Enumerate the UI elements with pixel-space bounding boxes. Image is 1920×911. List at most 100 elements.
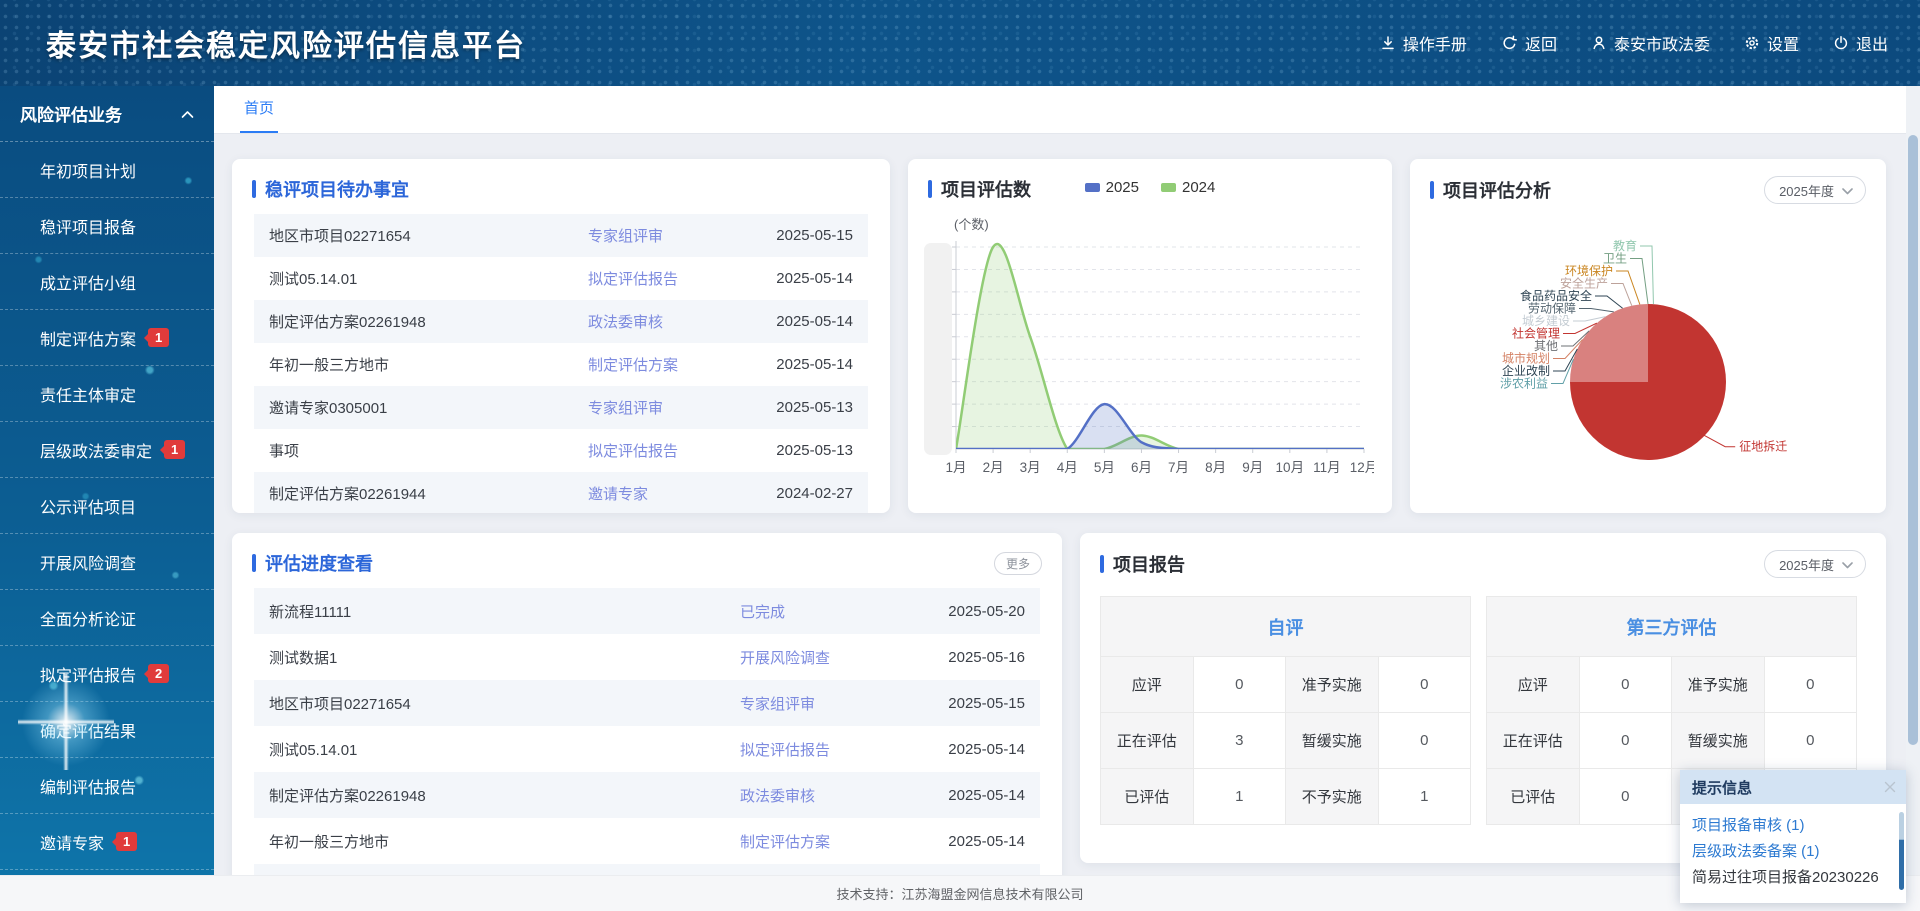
count-badge: 1 bbox=[148, 328, 169, 347]
toast-text: 简易过往项目报备20230226 bbox=[1692, 865, 1892, 891]
card-evaluation-analysis: 项目评估分析 2025年度 教育卫生环境保护安全生产食品药品安全劳动保障城乡建设… bbox=[1410, 159, 1886, 513]
scrollbar-thumb[interactable] bbox=[1908, 135, 1918, 745]
sidebar-item-publicize[interactable]: 公示评估项目 bbox=[0, 478, 214, 534]
todo-row: 测试05.14.01拟定评估报告2025-05-14 bbox=[254, 257, 868, 300]
project-name: 邀请专家0305001 bbox=[269, 397, 588, 418]
status-link[interactable]: 拟定评估报告 bbox=[740, 739, 920, 760]
svg-text:11月: 11月 bbox=[1313, 460, 1341, 475]
toast-link[interactable]: 项目报备审核 (1) bbox=[1692, 813, 1892, 839]
svg-text:4月: 4月 bbox=[1057, 460, 1078, 475]
status-link[interactable]: 开展风险调查 bbox=[740, 647, 920, 668]
date: 2025-05-13 bbox=[748, 399, 853, 416]
back-button[interactable]: 返回 bbox=[1501, 31, 1557, 55]
manual-button[interactable]: 操作手册 bbox=[1380, 31, 1467, 55]
chart-legend: 2025 2024 bbox=[908, 179, 1392, 196]
gear-icon bbox=[1744, 35, 1760, 51]
action-link[interactable]: 邀请专家 bbox=[588, 483, 748, 504]
sidebar-item-confirm-result[interactable]: 确定评估结果 bbox=[0, 702, 214, 758]
svg-text:7月: 7月 bbox=[1168, 460, 1189, 475]
stat-value: 1 bbox=[1193, 769, 1286, 825]
action-link[interactable]: 制定评估方案 bbox=[588, 354, 748, 375]
stat-value: 0 bbox=[1579, 657, 1672, 713]
svg-text:2月: 2月 bbox=[983, 460, 1004, 475]
sidebar-item-draft-report[interactable]: 拟定评估报告2 bbox=[0, 646, 214, 702]
project-name: 地区市项目02271654 bbox=[269, 693, 740, 714]
tab-home[interactable]: 首页 bbox=[240, 97, 278, 133]
date: 2025-05-14 bbox=[748, 313, 853, 330]
sidebar-group-risk-assessment[interactable]: 风险评估业务 bbox=[0, 86, 214, 142]
sidebar-item-committee-review[interactable]: 层级政法委审定1 bbox=[0, 422, 214, 478]
stat-label: 准予实施 bbox=[1672, 657, 1765, 713]
date: 2025-05-14 bbox=[920, 833, 1025, 850]
sidebar-item-make-plan[interactable]: 制定评估方案1 bbox=[0, 310, 214, 366]
card-title: 评估进度查看 bbox=[265, 550, 373, 576]
date: 2025-05-14 bbox=[748, 270, 853, 287]
sidebar-item-invite-experts[interactable]: 邀请专家1 bbox=[0, 814, 214, 870]
svg-text:12月: 12月 bbox=[1350, 460, 1374, 475]
stat-label: 暂缓实施 bbox=[1286, 713, 1379, 769]
notification-toast: 提示信息 项目报备审核 (1) 层级政法委备案 (1) 简易过往项目报备2023… bbox=[1680, 770, 1906, 903]
status-link[interactable]: 政法委审核 bbox=[740, 785, 920, 806]
project-name: 制定评估方案02261948 bbox=[269, 311, 588, 332]
status-link[interactable]: 制定评估方案 bbox=[740, 831, 920, 852]
action-link[interactable]: 拟定评估报告 bbox=[588, 268, 748, 289]
more-button[interactable]: 更多 bbox=[994, 552, 1042, 575]
close-icon[interactable] bbox=[1884, 781, 1896, 793]
project-name: 新流程11111 bbox=[269, 601, 740, 622]
action-link[interactable]: 政法委审核 bbox=[588, 311, 748, 332]
title-bar-accent bbox=[1430, 181, 1434, 199]
settings-button[interactable]: 设置 bbox=[1744, 31, 1799, 55]
legend-swatch bbox=[1085, 183, 1100, 192]
date: 2025-05-15 bbox=[748, 227, 853, 244]
date: 2025-05-20 bbox=[920, 603, 1025, 620]
stat-label: 正在评估 bbox=[1487, 713, 1580, 769]
sidebar-item-risk-survey[interactable]: 开展风险调查 bbox=[0, 534, 214, 590]
stat-value: 0 bbox=[1579, 769, 1672, 825]
sidebar-item-project-filing[interactable]: 稳评项目报备 bbox=[0, 198, 214, 254]
action-link[interactable]: 专家组评审 bbox=[588, 397, 748, 418]
progress-row: 地区市项目02271654专家组评审2025-05-15 bbox=[254, 680, 1040, 726]
year-select[interactable]: 2025年度 bbox=[1764, 176, 1866, 204]
sidebar-item-compile-report[interactable]: 编制评估报告 bbox=[0, 758, 214, 814]
date: 2025-05-15 bbox=[920, 695, 1025, 712]
action-link[interactable]: 拟定评估报告 bbox=[588, 440, 748, 461]
logout-button[interactable]: 退出 bbox=[1833, 31, 1888, 55]
progress-row: 新流程11111已完成2025-05-20 bbox=[254, 588, 1040, 634]
card-progress-view: 评估进度查看 更多 新流程11111已完成2025-05-20 测试数据1开展风… bbox=[232, 533, 1062, 875]
download-icon bbox=[1380, 35, 1396, 51]
line-chart: 1月2月3月4月5月6月7月8月9月10月11月12月 bbox=[922, 233, 1374, 500]
stat-value: 0 bbox=[1378, 657, 1471, 713]
card-title: 项目评估分析 bbox=[1443, 177, 1551, 203]
progress-row: 测试05.14.01拟定评估报告2025-05-14 bbox=[254, 726, 1040, 772]
footer: 技术支持：江苏海盟金网信息技术有限公司 bbox=[0, 875, 1920, 911]
sidebar-item-subject-review[interactable]: 责任主体审定 bbox=[0, 366, 214, 422]
toast-body: 项目报备审核 (1) 层级政法委备案 (1) 简易过往项目报备20230226 bbox=[1680, 804, 1906, 903]
power-icon bbox=[1833, 35, 1849, 51]
toast-link[interactable]: 层级政法委备案 (1) bbox=[1692, 839, 1892, 865]
project-name: 年初一般三方地市 bbox=[269, 354, 588, 375]
sidebar-item-form-team[interactable]: 成立评估小组 bbox=[0, 254, 214, 310]
project-name: 年初一般三方地市 bbox=[269, 831, 740, 852]
svg-text:5月: 5月 bbox=[1094, 460, 1115, 475]
svg-text:征地拆迁: 征地拆迁 bbox=[1739, 439, 1787, 454]
status-link[interactable]: 专家组评审 bbox=[740, 693, 920, 714]
legend-item-2025[interactable]: 2025 bbox=[1085, 179, 1139, 196]
toast-scrollbar-thumb[interactable] bbox=[1899, 812, 1904, 890]
chevron-up-icon bbox=[181, 104, 194, 124]
action-link[interactable]: 专家组评审 bbox=[588, 225, 748, 246]
chevron-down-icon bbox=[1842, 183, 1853, 198]
svg-text:6月: 6月 bbox=[1131, 460, 1152, 475]
svg-text:9月: 9月 bbox=[1242, 460, 1263, 475]
status-link[interactable]: 已完成 bbox=[740, 601, 920, 622]
title-bar-accent bbox=[252, 180, 256, 198]
page-title: 泰安市社会稳定风险评估信息平台 bbox=[46, 21, 526, 65]
page-scrollbar bbox=[1906, 86, 1920, 875]
user-menu[interactable]: 泰安市政法委 bbox=[1591, 31, 1710, 55]
sidebar-item-analysis[interactable]: 全面分析论证 bbox=[0, 590, 214, 646]
year-select[interactable]: 2025年度 bbox=[1764, 550, 1866, 578]
sidebar-item-annual-plan[interactable]: 年初项目计划 bbox=[0, 142, 214, 198]
todo-row: 制定评估方案02261948政法委审核2025-05-14 bbox=[254, 300, 868, 343]
progress-row: 邀请专家0305001专家组评审2025-05-13 bbox=[254, 864, 1040, 875]
legend-item-2024[interactable]: 2024 bbox=[1161, 179, 1215, 196]
date: 2025-05-13 bbox=[748, 442, 853, 459]
